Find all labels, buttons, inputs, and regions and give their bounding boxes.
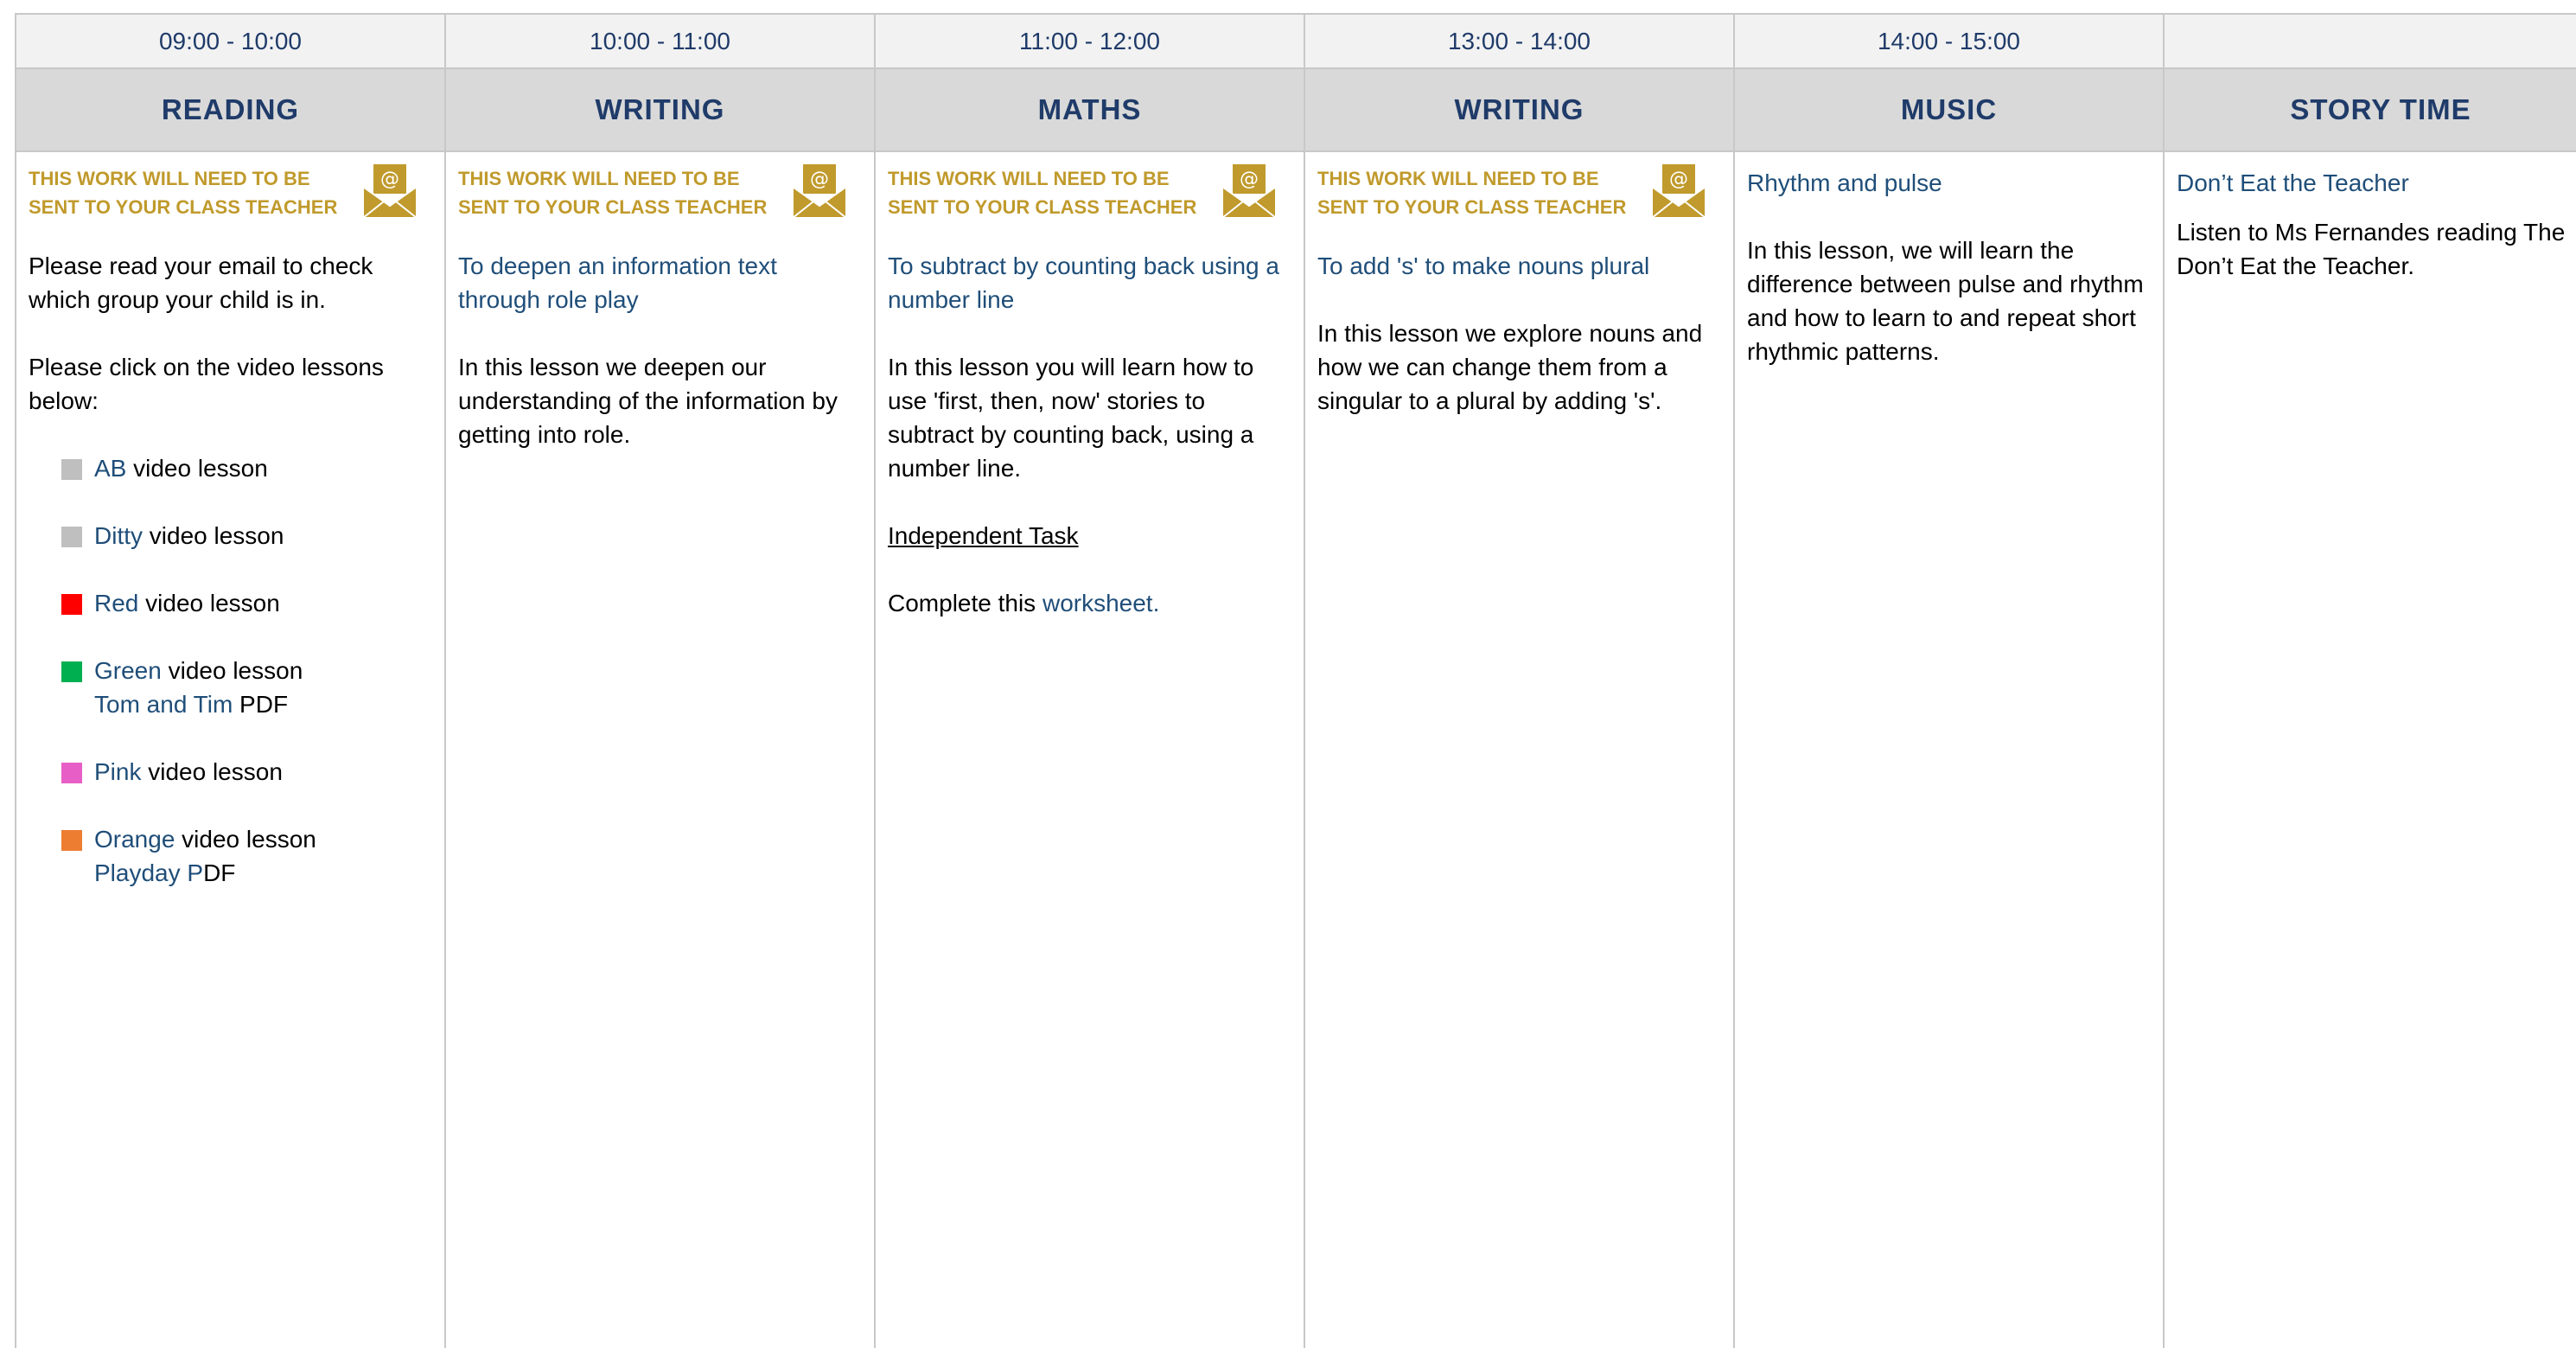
lesson-objective: To deepen an information text through ro… [458,252,777,313]
notice-line-1: THIS WORK WILL NEED TO BE [1317,168,1599,189]
pdf-label: DF [203,859,236,886]
notice-line-2: SENT TO YOUR CLASS TEACHER [1317,196,1627,218]
lesson-cell: Don’t Eat the Teacher Listen to Ms Ferna… [2165,152,2576,1348]
task-label: Complete this [888,590,1043,617]
send-to-teacher-notice: THIS WORK WILL NEED TO BE SENT TO YOUR C… [29,164,432,223]
list-item: AB video lesson [29,451,432,485]
time-slot-header [2165,15,2576,69]
group-label: video lesson [143,522,284,549]
column-reading: 09:00 - 10:00 READING THIS WORK WILL NEE… [16,15,446,1348]
worksheet-link[interactable]: worksheet. [1043,590,1159,617]
subject-header: MATHS [876,69,1304,152]
group-label: video lesson [138,590,280,617]
list-item: Green video lesson Tom and Tim PDF [29,654,432,721]
column-writing: 10:00 - 11:00 WRITING THIS WORK WILL NEE… [446,15,876,1348]
notice-line-2: SENT TO YOUR CLASS TEACHER [29,196,338,218]
list-item: Ditty video lesson [29,519,432,553]
timetable: 09:00 - 10:00 READING THIS WORK WILL NEE… [15,13,2576,1348]
notice-text: THIS WORK WILL NEED TO BE SENT TO YOUR C… [888,164,1216,221]
list-item: Orange video lesson Playday PDF [29,822,432,890]
time-slot-header: 09:00 - 10:00 [16,15,444,69]
lesson-description: In this lesson we deepen our understandi… [458,354,838,448]
column-writing-2: 13:00 - 14:00 WRITING THIS WORK WILL NEE… [1305,15,1735,1348]
time-slot-header: 14:00 - 15:00 [1735,15,2163,69]
notice-text: THIS WORK WILL NEED TO BE SENT TO YOUR C… [458,164,787,221]
notice-line-1: THIS WORK WILL NEED TO BE [458,168,740,189]
notice-text: THIS WORK WILL NEED TO BE SENT TO YOUR C… [29,164,357,221]
subject-header: WRITING [446,69,874,152]
send-to-teacher-notice: THIS WORK WILL NEED TO BE SENT TO YOUR C… [458,164,862,223]
group-link-ab[interactable]: AB [94,455,126,482]
subject-header: STORY TIME [2165,69,2576,152]
lesson-cell: Rhythm and pulse In this lesson, we will… [1735,152,2163,1348]
pdf-link-playday[interactable]: Playday P [94,859,203,886]
subject-header: WRITING [1305,69,1733,152]
lesson-cell: THIS WORK WILL NEED TO BE SENT TO YOUR C… [876,152,1304,1348]
lesson-description: In this lesson, we will learn the differ… [1747,237,2144,365]
subject-header: READING [16,69,444,152]
lesson-objective: Don’t Eat the Teacher [2177,169,2409,196]
lesson-cell: THIS WORK WILL NEED TO BE SENT TO YOUR C… [16,152,444,1348]
time-slot-header: 13:00 - 14:00 [1305,15,1733,69]
group-label: video lesson [161,657,303,684]
group-color-swatch [61,763,82,783]
group-label: video lesson [175,826,316,853]
column-maths: 11:00 - 12:00 MATHS THIS WORK WILL NEED … [876,15,1305,1348]
instruction-text: Please click on the video lessons below: [29,354,384,414]
time-slot-header: 10:00 - 11:00 [446,15,874,69]
group-color-swatch [61,661,82,682]
group-color-swatch [61,830,82,851]
group-link-orange[interactable]: Orange [94,826,175,853]
notice-text: THIS WORK WILL NEED TO BE SENT TO YOUR C… [1317,164,1646,221]
send-to-teacher-notice: THIS WORK WILL NEED TO BE SENT TO YOUR C… [1317,164,1721,223]
time-slot-header: 11:00 - 12:00 [876,15,1304,69]
group-label: video lesson [126,455,268,482]
description-line-2: Don’t Eat the Teacher. [2177,252,2414,279]
svg-text:@: @ [1240,169,1259,190]
column-story-time: STORY TIME Don’t Eat the Teacher Listen … [2165,15,2576,1348]
notice-line-2: SENT TO YOUR CLASS TEACHER [888,196,1197,218]
notice-line-1: THIS WORK WILL NEED TO BE [29,168,310,189]
send-to-teacher-notice: THIS WORK WILL NEED TO BE SENT TO YOUR C… [888,164,1291,223]
envelope-at-icon[interactable]: @ [361,163,418,220]
envelope-at-icon[interactable]: @ [1650,163,1707,220]
pdf-link-tom-and-tim[interactable]: Tom and Tim [94,691,233,718]
task-heading: Independent Task [888,522,1079,549]
subject-header: MUSIC [1735,69,2163,152]
lesson-cell: THIS WORK WILL NEED TO BE SENT TO YOUR C… [446,152,874,1348]
group-color-swatch [61,527,82,547]
task-text: Complete this worksheet. [888,586,1291,620]
list-item: Pink video lesson [29,755,432,789]
svg-text:@: @ [810,169,829,190]
svg-text:@: @ [1669,169,1688,190]
description-line-1: Listen to Ms Fernandes reading The [2177,219,2566,246]
video-lesson-list: AB video lesson Ditty video lesson Red v… [29,451,432,890]
group-link-green[interactable]: Green [94,657,162,684]
lesson-objective: To add 's' to make nouns plural [1317,252,1650,279]
lesson-objective: To subtract by counting back using a num… [888,252,1279,313]
column-music: 14:00 - 15:00 MUSIC Rhythm and pulse In … [1735,15,2165,1348]
pdf-label: PDF [233,691,289,718]
list-item: Red video lesson [29,586,432,620]
notice-line-1: THIS WORK WILL NEED TO BE [888,168,1170,189]
group-label: video lesson [141,758,283,785]
group-link-ditty[interactable]: Ditty [94,522,143,549]
envelope-at-icon[interactable]: @ [791,163,848,220]
lesson-cell: THIS WORK WILL NEED TO BE SENT TO YOUR C… [1305,152,1733,1348]
lesson-description: Listen to Ms Fernandes reading The Don’t… [2177,215,2576,283]
group-color-swatch [61,594,82,615]
envelope-at-icon[interactable]: @ [1221,163,1278,220]
group-link-red[interactable]: Red [94,590,138,617]
svg-text:@: @ [380,169,399,190]
group-link-pink[interactable]: Pink [94,758,141,785]
lesson-description: In this lesson you will learn how to use… [888,354,1254,482]
lesson-description: In this lesson we explore nouns and how … [1317,320,1703,414]
notice-line-2: SENT TO YOUR CLASS TEACHER [458,196,768,218]
lesson-objective: Rhythm and pulse [1747,169,1942,196]
intro-text: Please read your email to check which gr… [29,252,373,313]
group-color-swatch [61,459,82,480]
